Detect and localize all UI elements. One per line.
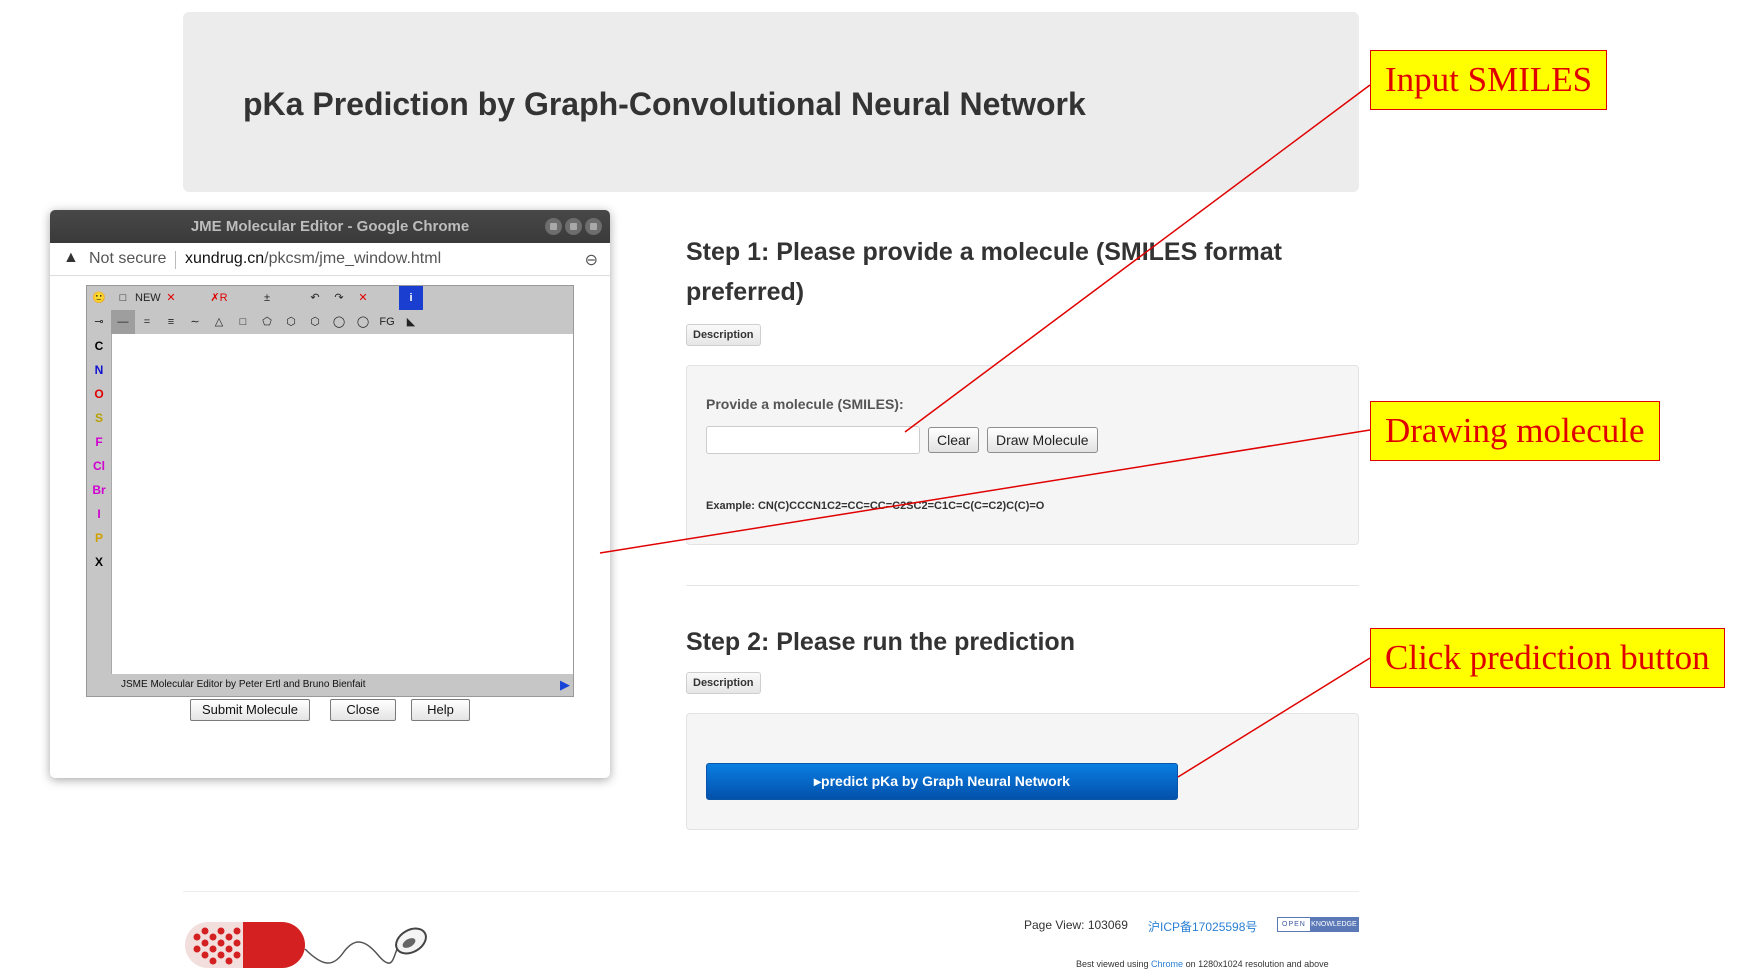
jme-tool-top-12[interactable]: [375, 286, 399, 310]
jme-tool-top-1[interactable]: □: [111, 286, 135, 310]
jme-tool-bottom-6[interactable]: □: [231, 310, 255, 334]
best-viewed-suffix: on 1280x1024 resolution and above: [1183, 959, 1329, 969]
jme-tool-top-8[interactable]: [279, 286, 303, 310]
close-window-icon[interactable]: [585, 218, 602, 235]
smiles-input-label: Provide a molecule (SMILES):: [706, 396, 904, 412]
minimize-icon[interactable]: [545, 218, 562, 235]
jme-tool-top-9[interactable]: ↶: [303, 286, 327, 310]
jme-tool-bottom-11[interactable]: ◯: [351, 310, 375, 334]
jme-tool-top-5[interactable]: ✗R: [207, 286, 231, 310]
atom-button-cl[interactable]: Cl: [87, 454, 111, 478]
zoom-icon[interactable]: ⊖: [585, 250, 598, 270]
badge-left-text: OPEN: [1282, 921, 1306, 928]
jme-tool-bottom-8[interactable]: ⬡: [279, 310, 303, 334]
submit-molecule-button[interactable]: Submit Molecule: [190, 699, 310, 721]
jme-tool-top-13[interactable]: i: [399, 286, 423, 310]
not-secure-label[interactable]: Not secure: [89, 250, 166, 268]
close-button[interactable]: Close: [330, 699, 396, 721]
play-icon[interactable]: ▶: [560, 674, 570, 696]
atom-button-x[interactable]: X: [87, 550, 111, 574]
atom-button-s[interactable]: S: [87, 406, 111, 430]
smiles-input-panel: Provide a molecule (SMILES): Clear Draw …: [686, 365, 1359, 545]
url-host: xundrug.cn: [185, 250, 265, 267]
callout-input-smiles: Input SMILES: [1370, 50, 1608, 110]
jme-tool-bottom-3[interactable]: ≡: [159, 310, 183, 334]
step2-title: Step 2: Please run the prediction: [686, 628, 1075, 656]
badge-right-text: KNOWLEDGE: [1309, 918, 1358, 931]
jme-tool-bottom-0[interactable]: ⊸: [87, 310, 111, 334]
section-divider: [686, 585, 1359, 586]
jme-status-text: JSME Molecular Editor by Peter Ertl and …: [121, 679, 366, 690]
jme-editor: 🙂 □ NEW ✕ ✗R ± ↶ ↷ ✕ i ⊸ — = ≡ ∼ △ □ ⬠ ⬡ ⬡ ◯ ◯ FG ◣ C N O S F Cl Br I…: [86, 285, 574, 697]
atom-button-i[interactable]: I: [87, 502, 111, 526]
help-button[interactable]: Help: [411, 699, 470, 721]
jme-window-title: JME Molecular Editor - Google Chrome: [190, 218, 470, 235]
clear-button[interactable]: Clear: [928, 427, 980, 453]
drawing-canvas[interactable]: [111, 334, 573, 674]
step1-description-button[interactable]: Description: [686, 324, 761, 346]
jme-titlebar[interactable]: JME Molecular Editor - Google Chrome: [50, 210, 610, 243]
chrome-link[interactable]: Chrome: [1151, 959, 1183, 969]
open-knowledge-badge[interactable]: OPEN KNOWLEDGE: [1277, 917, 1359, 932]
jme-tool-bottom-7[interactable]: ⬠: [255, 310, 279, 334]
atom-button-c[interactable]: C: [87, 334, 111, 358]
url-text[interactable]: xundrug.cn/pkcsm/jme_window.html: [185, 250, 441, 268]
jme-toolbar-bottom: ⊸ — = ≡ ∼ △ □ ⬠ ⬡ ⬡ ◯ ◯ FG ◣: [87, 310, 573, 334]
icp-link[interactable]: 沪ICP备17025598号: [1148, 918, 1257, 935]
jme-tool-top-0[interactable]: 🙂: [87, 286, 111, 310]
jme-tool-bottom-9[interactable]: ⬡: [303, 310, 327, 334]
page-title: pKa Prediction by Graph-Convolutional Ne…: [243, 86, 1086, 122]
prediction-panel: ▸predict pKa by Graph Neural Network: [686, 713, 1359, 830]
step2-description-button[interactable]: Description: [686, 672, 761, 694]
jme-tool-top-2[interactable]: NEW: [135, 286, 161, 310]
predict-button[interactable]: ▸predict pKa by Graph Neural Network: [706, 763, 1178, 800]
footer-divider: [183, 891, 1359, 892]
jme-tool-top-3[interactable]: ✕: [159, 286, 183, 310]
jme-tool-bottom-1[interactable]: —: [111, 310, 135, 334]
url-divider: [175, 251, 176, 269]
maximize-icon[interactable]: [565, 218, 582, 235]
atom-button-n[interactable]: N: [87, 358, 111, 382]
footer-logo: [183, 917, 433, 972]
atom-button-o[interactable]: O: [87, 382, 111, 406]
url-path: /pkcsm/jme_window.html: [264, 250, 442, 267]
jme-tool-bottom-13[interactable]: ◣: [399, 310, 423, 334]
jme-status-bar: JSME Molecular Editor by Peter Ertl and …: [87, 674, 573, 696]
best-viewed-note: Best viewed using Chrome on 1280x1024 re…: [1076, 959, 1329, 969]
jme-tool-bottom-10[interactable]: ◯: [327, 310, 351, 334]
step1-title: Step 1: Please provide a molecule (SMILE…: [686, 238, 1283, 306]
jme-tool-bottom-12[interactable]: FG: [375, 310, 399, 334]
atom-palette: C N O S F Cl Br I P X: [87, 334, 111, 674]
atom-button-f[interactable]: F: [87, 430, 111, 454]
smiles-example: Example: CN(C)CCCN1C2=CC=CC=C2SC2=C1C=C(…: [706, 500, 1045, 512]
icp-link-text[interactable]: 沪ICP备17025598号: [1148, 920, 1257, 934]
jme-tool-top-4[interactable]: [183, 286, 207, 310]
best-viewed-prefix: Best viewed using: [1076, 959, 1152, 969]
jme-tool-top-11[interactable]: ✕: [351, 286, 375, 310]
page-view-count: Page View: 103069: [1024, 918, 1128, 932]
jme-tool-top-6[interactable]: [231, 286, 255, 310]
jme-tool-bottom-4[interactable]: ∼: [183, 310, 207, 334]
warning-icon[interactable]: ▲: [63, 249, 79, 267]
window-controls: [545, 218, 602, 235]
draw-molecule-button[interactable]: Draw Molecule: [987, 427, 1098, 453]
smiles-input[interactable]: [706, 426, 920, 454]
atom-button-br[interactable]: Br: [87, 478, 111, 502]
callout-drawing-molecule: Drawing molecule: [1370, 401, 1660, 461]
address-bar[interactable]: ▲ Not secure xundrug.cn/pkcsm/jme_window…: [50, 243, 610, 276]
jme-tool-top-10[interactable]: ↷: [327, 286, 351, 310]
jme-tool-top-7[interactable]: ±: [255, 286, 279, 310]
jme-tool-bottom-2[interactable]: =: [135, 310, 159, 334]
atom-button-p[interactable]: P: [87, 526, 111, 550]
callout-click-prediction: Click prediction button: [1370, 628, 1725, 688]
jme-toolbar-top: 🙂 □ NEW ✕ ✗R ± ↶ ↷ ✕ i: [87, 286, 573, 310]
jme-popup-window: JME Molecular Editor - Google Chrome ▲ N…: [50, 210, 610, 778]
page-header: pKa Prediction by Graph-Convolutional Ne…: [183, 12, 1359, 192]
jme-tool-bottom-5[interactable]: △: [207, 310, 231, 334]
